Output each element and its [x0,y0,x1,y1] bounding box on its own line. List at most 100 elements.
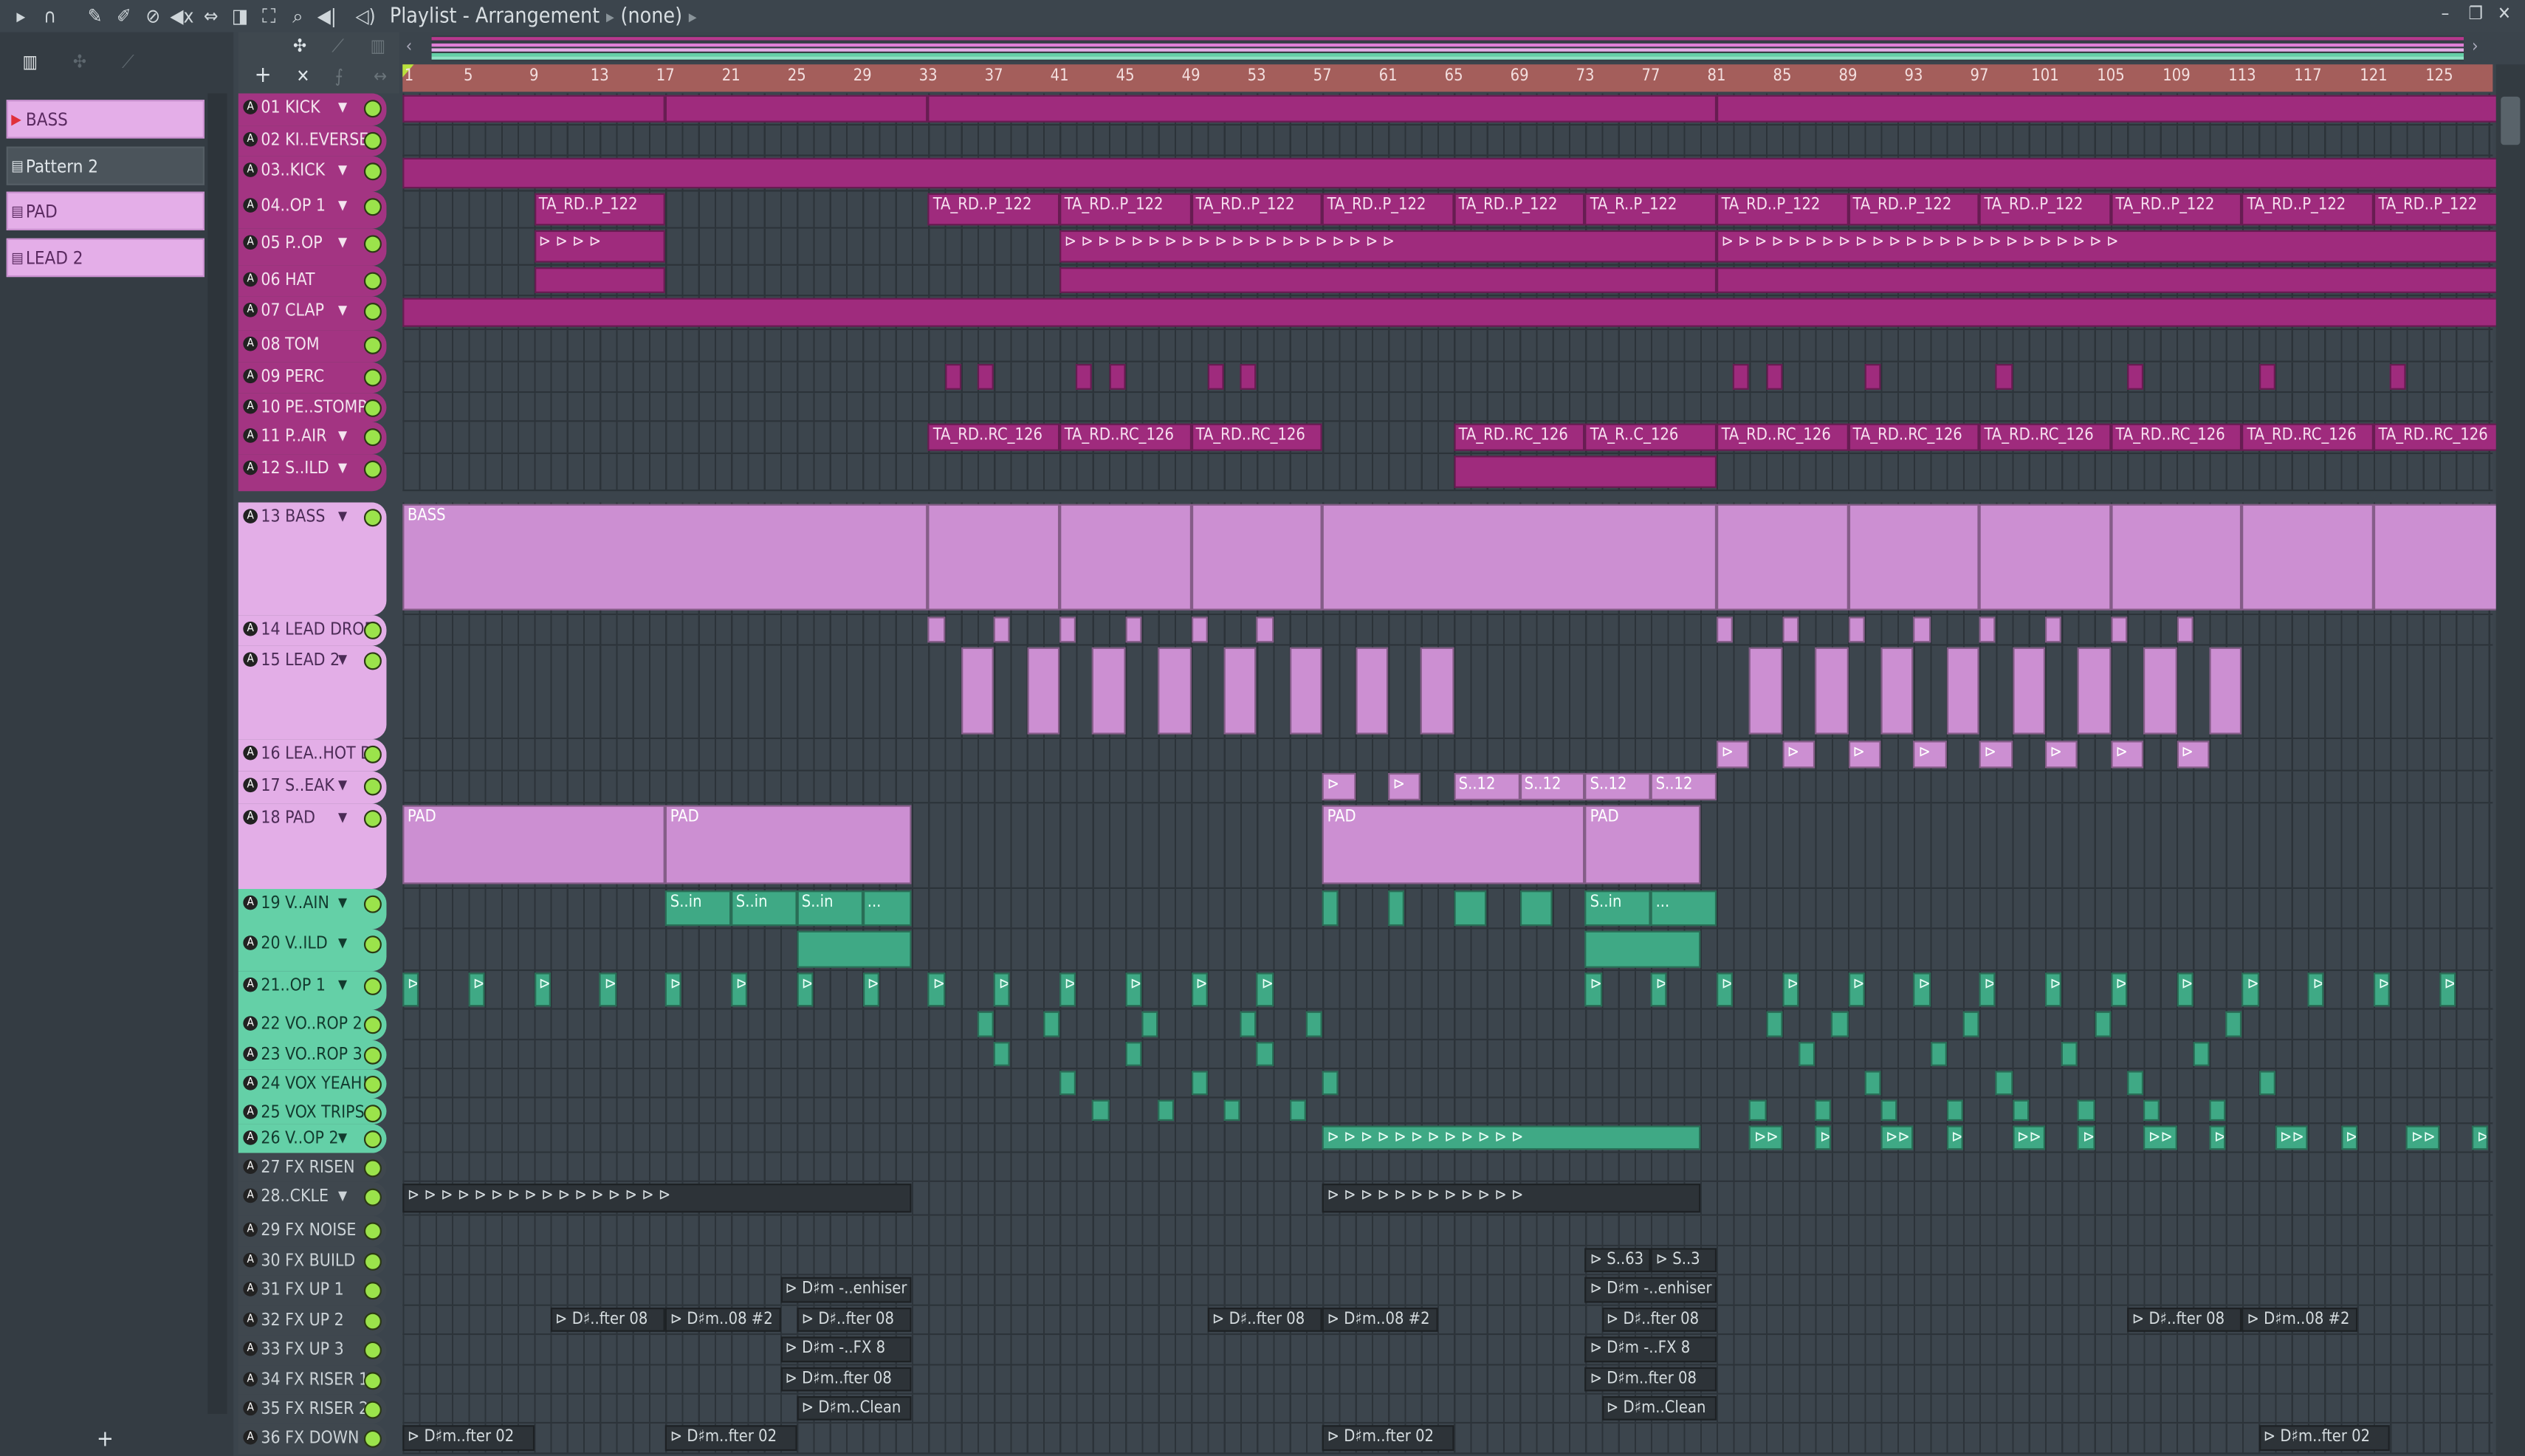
clip[interactable]: PAD [665,805,912,885]
track-mute-icon[interactable]: A [243,131,258,147]
track-header[interactable]: A 07 CLAP ▼ [238,296,387,331]
clip[interactable] [2044,617,2062,643]
clip[interactable] [1585,930,1700,968]
clip[interactable]: ⊳ [1946,1125,1963,1150]
track-mute-icon[interactable]: A [243,1341,258,1356]
track-header[interactable]: A 10 PE..STOMP [238,393,387,422]
clip[interactable]: ⊳ ⊳ ⊳ ⊳ ⊳ ⊳ ⊳ ⊳ ⊳ ⊳ ⊳ ⊳ [1322,1184,1700,1213]
clip[interactable] [2258,1071,2275,1096]
clip[interactable]: ⊳ [2176,972,2194,1007]
track-mute-icon[interactable]: A [243,1429,258,1445]
clip[interactable]: ⊳ D♯m -..enhiser [1585,1277,1717,1303]
clip[interactable] [2143,1099,2160,1122]
track-lane[interactable]: ⊳ ⊳ ⊳ ⊳ ⊳ ⊳ ⊳ ⊳ ⊳ ⊳ ⊳ ⊳ ⊳ ⊳ ⊳ ⊳ ⊳ ⊳ ⊳ ⊳ ⊳… [402,228,2505,266]
track-header[interactable]: A 19 V..AIN ▼ [238,888,387,930]
pattern-selector[interactable]: (none) [621,4,683,28]
track-enable-led[interactable] [363,777,382,796]
clip[interactable]: TA_RD..P_122 [1322,193,1454,226]
clip[interactable]: ⊳ [1815,1125,1832,1150]
clip[interactable] [1733,363,1750,390]
clip[interactable]: ⊳ D♯..fter 08 [1207,1308,1323,1332]
track-mute-icon[interactable]: A [243,303,258,317]
minimize-button[interactable]: – [2442,3,2450,24]
track-enable-led[interactable] [363,460,382,478]
clip[interactable]: TA_RD..P_122 [1979,193,2111,226]
vertical-scrollbar[interactable] [2495,64,2525,1456]
clip[interactable]: ⊳ ⊳ ⊳ ⊳ ⊳ ⊳ ⊳ ⊳ ⊳ ⊳ ⊳ ⊳ ⊳ ⊳ ⊳ ⊳ ⊳ ⊳ ⊳ ⊳ … [1717,230,2505,263]
clip[interactable] [534,267,666,293]
clip[interactable]: TA_R..P_122 [1585,193,1717,226]
clip[interactable]: ⊳ [994,972,1011,1007]
clip[interactable] [1717,504,1849,611]
clip[interactable] [2127,363,2144,390]
track-mute-icon[interactable]: A [243,1401,258,1416]
clip[interactable] [2193,1042,2210,1066]
track-header[interactable]: A 18 PAD ▼ [238,803,387,889]
clip[interactable] [1092,647,1126,735]
track-lane[interactable]: ⊳ D♯..fter 08 ⊳ D♯m..08 #2 ⊳ D♯..fter 08 ⊳ … [402,1305,2493,1336]
clip[interactable]: ⊳ D♯m -..FX 8 [780,1336,912,1363]
track-lane[interactable]: ⊳ ⊳ ⊳ ⊳ ⊳ ⊳ ⊳ ⊳ [402,739,2493,772]
clip[interactable]: ⊳ [2439,972,2456,1007]
clip[interactable]: ⊳ [2110,741,2144,769]
clip[interactable]: ⊳ S..63 [1585,1248,1652,1273]
dropdown-arrow-icon[interactable]: ▼ [338,229,347,258]
track-mute-icon[interactable]: A [243,399,258,414]
scroll-left-icon[interactable]: ‹ [406,35,413,56]
track-header[interactable]: A 17 S..EAK ▼ [238,771,387,804]
slice-icon[interactable]: ◨ [225,5,254,28]
clip[interactable]: ⊳ D♯m..fter 08 [1585,1367,1717,1392]
audio-clip-icon[interactable]: ✣ [73,52,86,72]
track-header[interactable]: A 01 KICK ▼ [238,93,387,126]
clip[interactable]: ⊳ [2472,1125,2489,1150]
track-header[interactable]: A 34 FX RISER 1 [238,1365,387,1395]
clip[interactable]: ⊳ D♯..fter 08 [550,1308,666,1332]
clip[interactable] [1240,363,1257,390]
clip[interactable]: ⊳ [1125,972,1142,1007]
clip[interactable] [402,95,666,123]
clip[interactable] [1141,1011,1158,1037]
clip[interactable]: S..in [1585,890,1652,927]
track-mute-icon[interactable]: A [243,1105,258,1119]
track-mute-icon[interactable]: A [243,1312,258,1328]
track-lane[interactable]: TA_RD..RC_126 TA_RD..RC_126 TA_RD..RC_126 T… [402,422,2505,455]
clip[interactable]: ⊳ ⊳ ⊳ ⊳ ⊳ ⊳ ⊳ ⊳ ⊳ ⊳ ⊳ ⊳ ⊳ ⊳ ⊳ ⊳ ⊳ ⊳ ⊳ ⊳ [1059,230,1717,263]
track-enable-led[interactable] [363,1016,382,1034]
track-mute-icon[interactable]: A [243,1046,258,1062]
clip[interactable]: ⊳ [1848,972,1865,1007]
clip[interactable] [1946,647,1979,735]
clip[interactable]: ⊳ [2209,1125,2226,1150]
clip[interactable]: ⊳ [1717,741,1750,769]
clip[interactable] [1026,647,1060,735]
clip[interactable] [1815,647,1848,735]
track-mute-icon[interactable]: A [243,1252,258,1268]
clip[interactable] [1191,617,1208,643]
clip[interactable] [1125,617,1142,643]
track-mute-icon[interactable]: A [243,652,258,667]
track-header[interactable]: A 13 BASS ▼ [238,502,387,616]
track-enable-led[interactable] [363,100,382,118]
clip[interactable] [2373,504,2505,611]
track-mute-icon[interactable]: A [243,509,258,523]
clip[interactable]: ⊳ [2044,741,2078,769]
clip[interactable]: S..in [731,890,797,927]
pattern-item[interactable]: ▤ LEAD 2 [6,238,205,278]
track-lane[interactable] [402,1098,2493,1124]
track-header[interactable]: A 31 FX UP 1 [238,1275,387,1306]
timeline-ruler[interactable]: 1 5 9 13 17 21 25 29 33 37 41 45 49 53 57 61 65 69 73 77 81 8… [402,64,2493,92]
clip[interactable] [1158,1099,1175,1122]
track-enable-led[interactable] [363,1282,382,1300]
track-lane[interactable] [402,330,2493,363]
track-lane[interactable]: ⊳ ⊳ ⊳ ⊳ ⊳ ⊳ ⊳ ⊳ ⊳ ⊳ ⊳ ⊳ ⊳ ⊳ ⊳ ⊳ ⊳ ⊳ ⊳ ⊳ ⊳… [402,1181,2493,1216]
track-header[interactable]: A 33 FX UP 3 [238,1335,387,1366]
play-arrow-icon[interactable]: ▸ [7,5,35,28]
track-enable-led[interactable] [363,509,382,527]
playback-icon[interactable]: ◀| [312,5,341,28]
clip[interactable] [1092,1099,1109,1122]
track-mute-icon[interactable]: A [243,198,258,213]
clip[interactable] [1108,363,1126,390]
clip[interactable] [1191,1071,1208,1096]
clip[interactable]: TA_RD..P_122 [1848,193,1979,226]
restore-button[interactable]: ❐ [2469,3,2483,24]
clip[interactable]: ⊳ [1848,741,1881,769]
